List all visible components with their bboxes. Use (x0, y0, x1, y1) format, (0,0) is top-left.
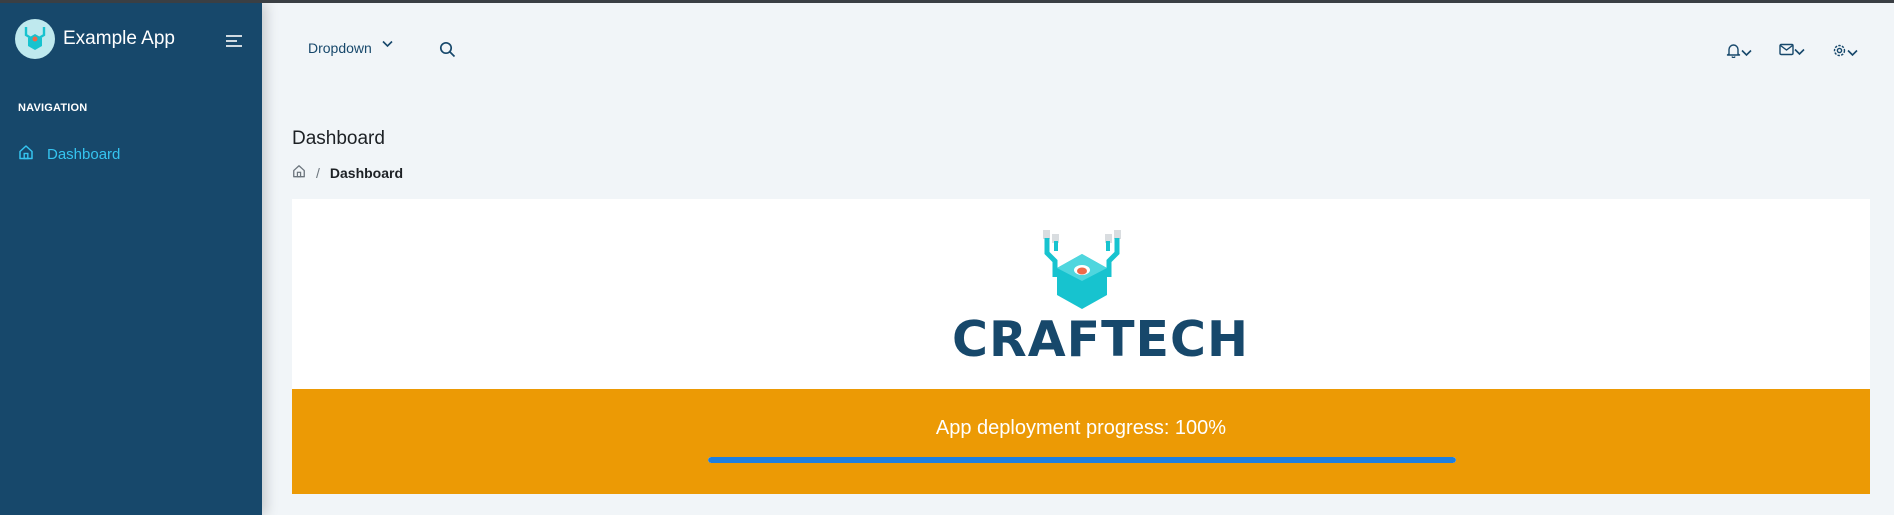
brand-logo-icon (15, 19, 55, 59)
deployment-progress-card: App deployment progress: 100% (292, 389, 1870, 494)
breadcrumb-separator: / (316, 164, 320, 181)
sidebar: Example App NAVIGATION Dashboard (0, 3, 262, 515)
sidebar-item-label: Dashboard (47, 146, 121, 163)
gear-icon (1832, 43, 1847, 63)
breadcrumb-home-icon[interactable] (292, 164, 306, 181)
menu-toggle-icon[interactable] (225, 34, 243, 48)
breadcrumb-current: Dashboard (329, 164, 404, 181)
home-icon (18, 144, 34, 165)
search-icon[interactable] (439, 41, 456, 63)
progress-bar (708, 457, 1456, 463)
nav-heading: NAVIGATION (18, 102, 88, 114)
chevron-down-icon (382, 35, 393, 53)
header-dropdown[interactable]: Dropdown (308, 33, 393, 56)
notifications-button[interactable] (1726, 43, 1752, 63)
top-border (0, 0, 1894, 3)
brand[interactable]: Example App (15, 18, 175, 60)
progress-text: App deployment progress: 100% (935, 417, 1227, 439)
chevron-down-icon (1741, 44, 1752, 62)
progress-bar-fill (708, 457, 1456, 463)
dropdown-label: Dropdown (308, 40, 372, 56)
page-title: Dashboard (292, 128, 385, 149)
breadcrumb: / Dashboard (292, 164, 403, 181)
messages-button[interactable] (1779, 43, 1805, 61)
wordmark: CRAFTECH (952, 311, 1249, 368)
sidebar-item-dashboard[interactable]: Dashboard (18, 144, 120, 165)
craftech-logo: CRAFTECH (952, 229, 1248, 368)
settings-button[interactable] (1832, 43, 1858, 63)
mail-icon (1779, 43, 1794, 61)
robot-logo-icon (1043, 230, 1121, 309)
chevron-down-icon (1847, 44, 1858, 62)
logo-card: CRAFTECH (292, 199, 1870, 389)
chevron-down-icon (1794, 43, 1805, 61)
app-name: Example App (63, 28, 175, 49)
bell-icon (1726, 43, 1741, 63)
